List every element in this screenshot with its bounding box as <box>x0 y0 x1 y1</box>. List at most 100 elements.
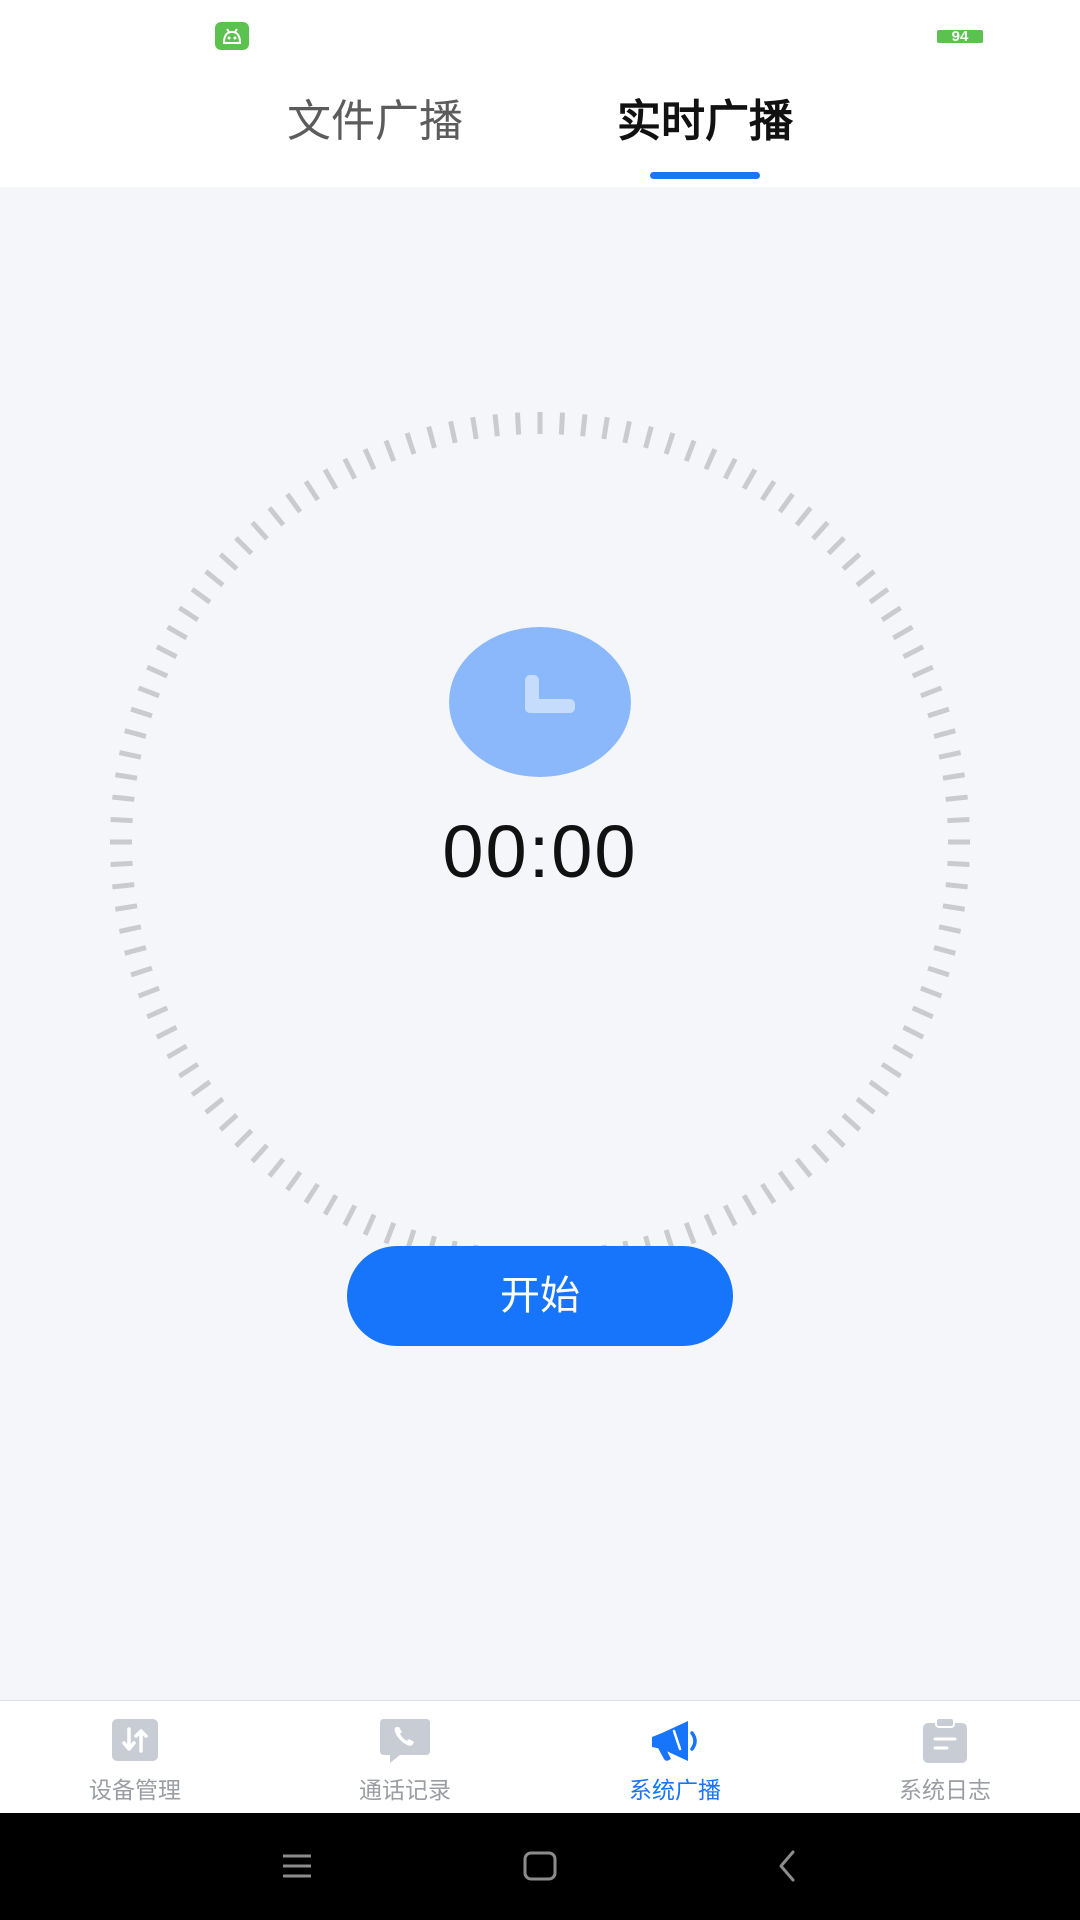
nav-item-system-broadcast[interactable]: 系统广播 <box>540 1701 810 1814</box>
nav-item-system-log[interactable]: 系统日志 <box>810 1701 1080 1814</box>
dial-tick <box>920 685 943 699</box>
dial-tick <box>166 624 188 641</box>
dial-tick <box>683 1222 697 1245</box>
nav-label: 系统广播 <box>629 1778 721 1804</box>
dial-tick <box>426 426 437 449</box>
dial-tick <box>920 985 943 999</box>
dial-tick <box>492 414 500 437</box>
start-button[interactable]: 开始 <box>347 1246 733 1346</box>
dial-tick <box>218 1113 239 1132</box>
dial-tick <box>204 1096 225 1115</box>
dial-tick <box>911 664 934 679</box>
tab-realtime-broadcast[interactable]: 实时广播 <box>585 92 825 152</box>
dial-tick <box>841 552 862 571</box>
dial-tick <box>723 1204 738 1227</box>
dial-tick <box>741 468 758 490</box>
dial-tick <box>178 1062 200 1079</box>
nav-item-call-records[interactable]: 通话记录 <box>270 1701 540 1814</box>
active-tab-indicator <box>650 172 760 179</box>
dial-tick <box>190 587 212 605</box>
dial-tick <box>703 1213 718 1236</box>
dial-tick <box>760 1182 777 1204</box>
dial-tick <box>178 605 200 622</box>
transfer-arrows-icon <box>112 1719 158 1761</box>
dial-tick <box>703 448 718 471</box>
dial-tick <box>342 457 357 480</box>
dial-tick <box>811 1143 830 1164</box>
dial-tick <box>938 750 962 760</box>
dial-tick <box>892 624 914 641</box>
dial-tick <box>118 924 142 934</box>
dial-tick <box>204 569 225 588</box>
dial-tick <box>234 536 254 556</box>
nav-item-device-management[interactable]: 设备管理 <box>0 1701 270 1814</box>
dial-tick <box>303 480 320 502</box>
main-content: 00:00 开始 <box>0 187 1080 1700</box>
dial-tick <box>514 412 522 435</box>
dial-tick <box>760 480 777 502</box>
dial-tick <box>945 882 968 890</box>
dial-tick <box>234 1128 254 1148</box>
dial-tick <box>285 492 303 514</box>
bottom-nav: 设备管理 通话记录 系统广播 系统日志 <box>0 1700 1080 1813</box>
dial-tick <box>855 569 876 588</box>
dial-tick <box>155 1025 178 1040</box>
clipboard-icon <box>923 1717 967 1763</box>
dial-tick <box>448 420 458 444</box>
dial-tick <box>285 1170 303 1192</box>
dial-tick <box>146 664 169 679</box>
home-icon[interactable] <box>510 1841 570 1891</box>
back-icon[interactable] <box>757 1841 817 1891</box>
dial-tick <box>250 520 269 541</box>
dial-tick <box>322 468 339 490</box>
menu-icon[interactable] <box>267 1841 327 1891</box>
dial-tick <box>777 492 795 514</box>
dial-tick <box>124 728 147 739</box>
dial-tick <box>947 816 970 824</box>
dial-tick <box>933 728 956 739</box>
dial-tick <box>137 985 160 999</box>
dial-tick <box>777 1170 795 1192</box>
dial-tick <box>855 1096 876 1115</box>
dial-tick <box>933 945 956 956</box>
dial-tick <box>218 552 239 571</box>
phone-icon <box>380 1719 430 1763</box>
dial-tick <box>880 1062 902 1079</box>
battery-indicator: 94 <box>937 30 983 43</box>
dial-tick <box>110 816 133 824</box>
dial-tick <box>826 536 846 556</box>
dial-tick <box>945 794 968 802</box>
dial-tick <box>155 644 178 659</box>
dial-tick <box>622 420 632 444</box>
tab-file-broadcast[interactable]: 文件广播 <box>255 92 495 152</box>
dial-tick <box>112 882 135 890</box>
dial-tick <box>267 506 286 527</box>
dial-tick <box>558 412 566 435</box>
dial-tick <box>902 644 925 659</box>
dial-tick <box>112 794 135 802</box>
dial-tick <box>114 772 138 781</box>
megaphone-icon <box>652 1721 697 1761</box>
dial-tick <box>362 1213 377 1236</box>
dial-tick <box>383 1222 397 1245</box>
android-robot-icon <box>215 22 249 50</box>
dial-tick <box>137 685 160 699</box>
dial-tick <box>601 416 610 440</box>
dial-tick <box>663 432 676 455</box>
dial-tick <box>927 706 950 719</box>
dial-tick <box>942 903 966 912</box>
dial-tick <box>267 1157 286 1178</box>
dial-tick <box>322 1194 339 1216</box>
dial-tick <box>947 860 970 868</box>
dial-tick <box>643 426 654 449</box>
dial-tick <box>362 448 377 471</box>
nav-label: 设备管理 <box>89 1778 181 1804</box>
dial-tick <box>404 432 417 455</box>
dial-tick <box>868 1079 890 1097</box>
dial-tick <box>580 414 588 437</box>
dial-tick <box>723 457 738 480</box>
dial-tick <box>868 587 890 605</box>
timer-display: 00:00 <box>442 810 638 893</box>
dial-tick <box>942 772 966 781</box>
nav-label: 系统日志 <box>899 1778 991 1804</box>
